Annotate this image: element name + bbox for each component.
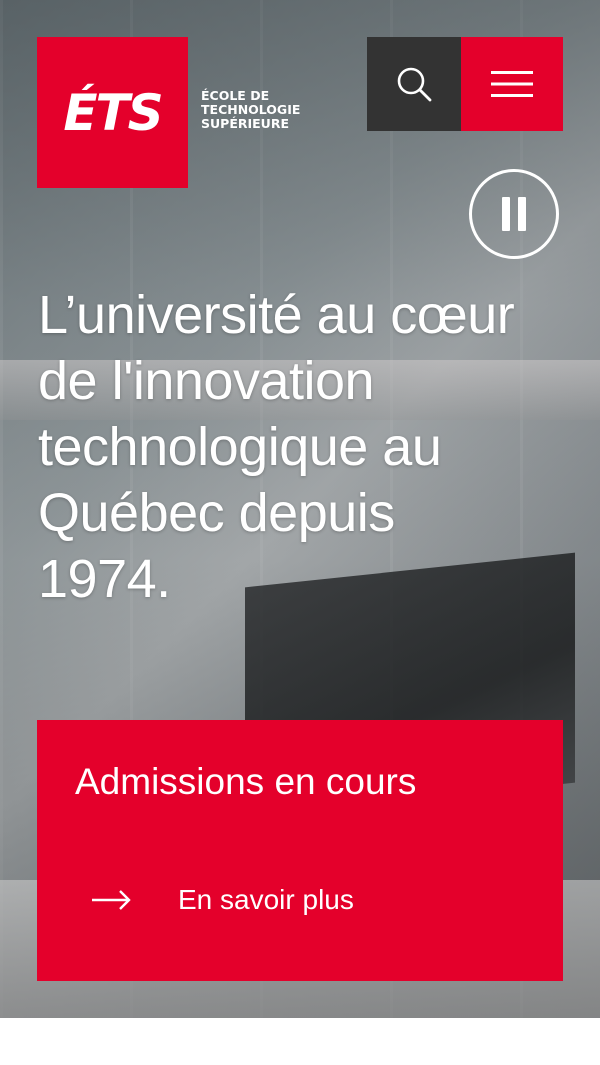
pause-icon — [502, 197, 526, 231]
hamburger-menu-icon — [491, 71, 533, 97]
hero-section: ÉTS ÉCOLE DE TECHNOLOGIE SUPÉRIEURE L’un… — [0, 0, 600, 1018]
page-content-below-hero — [0, 1018, 600, 1065]
learn-more-link[interactable]: En savoir plus — [92, 883, 354, 917]
ets-logo-link[interactable]: ÉTS — [37, 37, 188, 188]
ets-logo: ÉTS — [63, 83, 163, 142]
search-icon — [397, 67, 432, 102]
school-name-line-1: ÉCOLE DE — [201, 88, 270, 103]
menu-button[interactable] — [461, 37, 563, 131]
pause-video-button[interactable] — [469, 169, 559, 259]
search-button[interactable] — [367, 37, 461, 131]
school-name-line-2: TECHNOLOGIE — [201, 102, 301, 117]
learn-more-label: En savoir plus — [178, 884, 354, 915]
admissions-promo-card: Admissions en cours En savoir plus — [37, 720, 563, 981]
arrow-right-icon — [92, 890, 131, 910]
school-name: ÉCOLE DE TECHNOLOGIE SUPÉRIEURE — [201, 89, 300, 131]
promo-title: Admissions en cours — [75, 761, 417, 802]
hero-headline: L’université au cœur de l'innovation tec… — [38, 285, 515, 609]
school-name-line-3: SUPÉRIEURE — [201, 116, 289, 131]
